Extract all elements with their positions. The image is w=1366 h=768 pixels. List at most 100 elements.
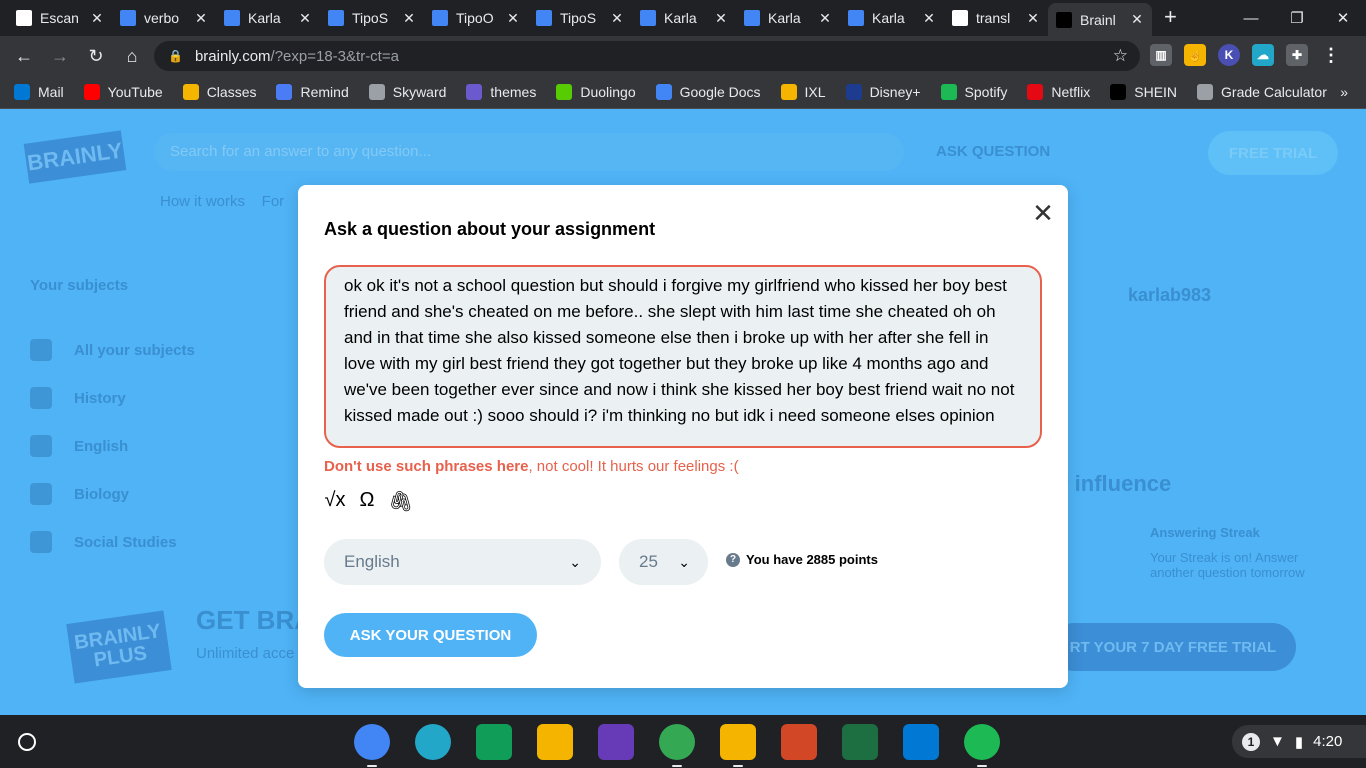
bookmark-item[interactable]: Google Docs: [655, 84, 761, 100]
bookmark-label: Disney+: [869, 84, 921, 100]
browser-tab[interactable]: verbo ✕: [112, 3, 216, 33]
browser-tab[interactable]: TipoS ✕: [320, 3, 424, 33]
help-icon[interactable]: ?: [726, 552, 740, 567]
drive-icon[interactable]: [659, 724, 695, 767]
bookmark-star-icon[interactable]: ☆: [1113, 46, 1128, 66]
keep-icon[interactable]: [537, 724, 573, 760]
forward-icon[interactable]: →: [42, 46, 78, 67]
launcher-icon[interactable]: [18, 733, 36, 751]
classroom-icon[interactable]: [720, 724, 756, 767]
bookmark-item[interactable]: Remind: [276, 84, 349, 100]
bookmark-item[interactable]: Classes: [182, 84, 256, 100]
formula-icon[interactable]: √x: [324, 489, 346, 514]
browser-tab[interactable]: Karla ✕: [840, 3, 944, 33]
browser-tab[interactable]: Karla ✕: [216, 3, 320, 33]
tab-favicon-icon: [744, 10, 760, 26]
chevron-down-icon: ⌄: [569, 553, 581, 570]
free-trial-button: FREE TRIAL: [1208, 131, 1338, 175]
omega-icon[interactable]: Ω: [356, 489, 378, 514]
bookmark-label: Grade Calculator: [1221, 84, 1327, 100]
tab-close-icon[interactable]: ✕: [506, 10, 520, 27]
tab-close-icon[interactable]: ✕: [90, 10, 104, 27]
notification-count: 1: [1242, 732, 1260, 751]
home-icon[interactable]: ⌂: [114, 46, 150, 67]
reading-list-icon[interactable]: ▥: [1150, 44, 1172, 66]
bookmark-icon: [466, 84, 483, 100]
new-tab-button[interactable]: +: [1164, 4, 1177, 30]
bookmark-item[interactable]: Duolingo: [556, 84, 636, 100]
subject-icon: [30, 531, 52, 553]
username: karlab983: [1128, 285, 1212, 305]
streak-title: Answering Streak: [1150, 525, 1260, 540]
files-icon[interactable]: [415, 724, 451, 760]
tab-close-icon[interactable]: ✕: [194, 10, 208, 27]
plus-trial-button: RT YOUR 7 DAY FREE TRIAL: [1050, 623, 1296, 671]
subjects-sidebar: Your subjects All your subjects History En…: [30, 277, 195, 566]
hand-extension-icon[interactable]: ☝: [1184, 44, 1206, 66]
question-textarea[interactable]: ok ok it's not a school question but sho…: [324, 265, 1042, 448]
status-tray[interactable]: 1 ▼ ▮ 4:20: [1232, 725, 1366, 758]
browser-tab[interactable]: TipoS ✕: [528, 3, 632, 33]
attachment-icon[interactable]: 🖇: [388, 489, 413, 514]
browser-toolbar: ← → ↻ ⌂ 🔒 brainly.com/?exp=18-3&tr-ct=a …: [0, 36, 1366, 76]
browser-tab[interactable]: transl ✕: [944, 3, 1048, 33]
puzzle-icon[interactable]: ✚: [1286, 44, 1308, 66]
bookmark-item[interactable]: Grade Calculator: [1197, 84, 1327, 100]
bookmark-item[interactable]: Disney+: [845, 84, 921, 100]
tab-favicon-icon: [848, 10, 864, 26]
bookmark-icon: [780, 84, 797, 100]
tab-close-icon[interactable]: ✕: [298, 10, 312, 27]
points-select[interactable]: 25 ⌄: [619, 539, 708, 585]
browser-tab[interactable]: Karla ✕: [632, 3, 736, 33]
minimize-icon[interactable]: —: [1228, 10, 1274, 27]
subject-label: Social Studies: [74, 533, 177, 551]
tab-favicon-icon: [952, 10, 968, 26]
battery-icon: ▮: [1294, 733, 1304, 751]
close-window-icon[interactable]: ✕: [1320, 9, 1366, 27]
tab-close-icon[interactable]: ✕: [714, 10, 728, 27]
tab-favicon-icon: [1056, 11, 1072, 28]
back-icon[interactable]: ←: [6, 46, 42, 67]
tab-title: verbo: [144, 10, 180, 26]
reload-icon[interactable]: ↻: [78, 46, 114, 67]
browser-tab[interactable]: Karla ✕: [736, 3, 840, 33]
url-domain: brainly.com: [194, 47, 271, 65]
subject-label: Biology: [74, 485, 129, 503]
cloud-extension-icon[interactable]: ☁: [1252, 44, 1274, 66]
address-bar[interactable]: 🔒 brainly.com/?exp=18-3&tr-ct=a ☆: [154, 41, 1140, 71]
bookmark-item[interactable]: themes: [466, 84, 536, 100]
bookmark-item[interactable]: Mail: [14, 84, 64, 100]
bookmark-item[interactable]: Netflix: [1027, 84, 1090, 100]
browser-tab[interactable]: Escan ✕: [8, 3, 112, 33]
forms-icon[interactable]: [598, 724, 634, 760]
tab-close-icon[interactable]: ✕: [610, 10, 624, 27]
powerpoint-icon[interactable]: [781, 724, 817, 760]
browser-tab[interactable]: Brainl ✕: [1048, 3, 1152, 36]
spotify-icon[interactable]: [964, 724, 1000, 767]
chrome-icon[interactable]: [354, 724, 390, 767]
menu-icon[interactable]: ⋮: [1320, 44, 1342, 66]
browser-tab[interactable]: TipoO ✕: [424, 3, 528, 33]
tab-close-icon[interactable]: ✕: [1026, 10, 1040, 27]
sheets-icon[interactable]: [476, 724, 512, 760]
tab-close-icon[interactable]: ✕: [402, 10, 416, 27]
outlook-icon[interactable]: [903, 724, 939, 760]
ask-your-question-button[interactable]: ASK YOUR QUESTION: [324, 613, 537, 657]
bookmark-item[interactable]: YouTube: [83, 84, 163, 100]
tab-close-icon[interactable]: ✕: [1130, 11, 1144, 28]
tab-title: TipoS: [560, 10, 597, 26]
close-icon[interactable]: ✕: [1028, 199, 1058, 229]
tab-close-icon[interactable]: ✕: [922, 10, 936, 27]
tab-favicon-icon: [120, 10, 136, 26]
bookmarks-overflow-icon[interactable]: »: [1340, 84, 1348, 100]
bookmark-item[interactable]: Skyward: [368, 84, 446, 100]
bookmark-item[interactable]: SHEIN: [1110, 84, 1177, 100]
excel-icon[interactable]: [842, 724, 878, 760]
subject-select[interactable]: English ⌄: [324, 539, 601, 585]
tab-close-icon[interactable]: ✕: [818, 10, 832, 27]
bookmark-item[interactable]: Spotify: [940, 84, 1007, 100]
k-extension-icon[interactable]: K: [1218, 44, 1240, 66]
tab-title: Brainl: [1080, 11, 1116, 28]
bookmark-item[interactable]: IXL: [780, 84, 826, 100]
maximize-icon[interactable]: ❐: [1274, 9, 1320, 27]
